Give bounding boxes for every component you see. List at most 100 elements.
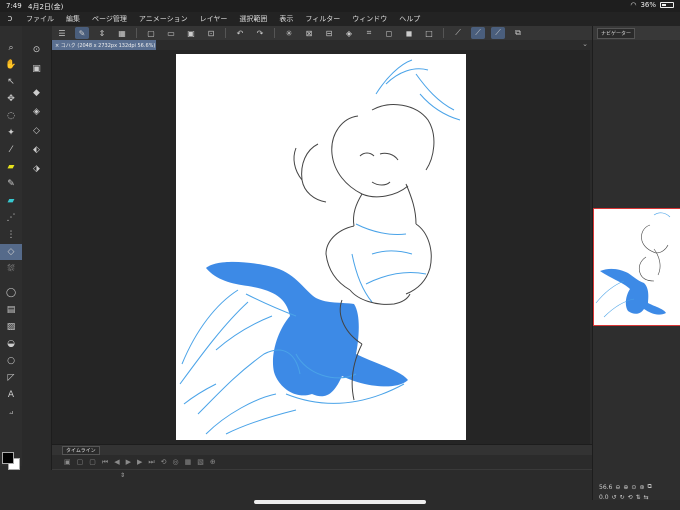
onion-skin-icon[interactable]: ◎ (173, 458, 179, 466)
timeline-header: タイムライン (52, 445, 592, 455)
new-timeline-icon[interactable]: ▣ (64, 458, 71, 466)
menu-view[interactable]: 表示 (273, 14, 299, 24)
menu-help[interactable]: ヘルプ (393, 14, 426, 24)
pen-settings-icon[interactable]: ✎ (75, 27, 89, 39)
new-file-icon[interactable]: ▢ (144, 27, 158, 39)
next-frame-icon[interactable]: ▶ (137, 458, 142, 466)
navigator-preview[interactable] (593, 208, 680, 326)
chevron-down-icon[interactable]: ⌄ (582, 40, 588, 48)
clear-icon[interactable]: ⊠ (302, 27, 316, 39)
menu-toggle-icon[interactable]: ☰ (55, 27, 69, 39)
magic-wand-tool-icon[interactable]: ✦ (0, 125, 22, 141)
eraser-hard-icon[interactable]: ◆ (22, 84, 51, 102)
new-cel-icon[interactable]: ▦ (185, 458, 192, 466)
timeline-track[interactable]: ⇕ (52, 469, 592, 491)
menu-edit[interactable]: 編集 (60, 14, 86, 24)
decoration-tool-icon[interactable]: ⋮ (0, 227, 22, 243)
export-icon[interactable]: ⊡ (204, 27, 218, 39)
redo-icon[interactable]: ↷ (253, 27, 267, 39)
menu-file[interactable]: ファイル (20, 14, 60, 24)
balloon-tool-icon[interactable]: ⟓ (0, 404, 22, 420)
timeline-stepper-icon[interactable]: ⇕ (120, 472, 125, 479)
grid-icon[interactable]: ▦ (115, 27, 129, 39)
prev-frame-icon[interactable]: ◀ (114, 458, 119, 466)
lasso-tool-icon[interactable]: ◌ (0, 108, 22, 124)
document-tab[interactable]: × コハク (2048 x 2732px 132dpi 56.6%) (52, 40, 156, 50)
frame-tool-icon[interactable]: ◒ (0, 336, 22, 352)
timeline-settings-icon[interactable]: ▢ (89, 458, 96, 466)
figure-tool-icon[interactable]: ▨ (0, 319, 22, 335)
timeline-tab[interactable]: タイムライン (62, 445, 100, 455)
crop-icon[interactable]: ⌗ (362, 27, 376, 39)
ruler-tool-icon[interactable]: ○ (0, 353, 22, 369)
menu-page[interactable]: ページ管理 (86, 14, 133, 24)
eraser-soft-icon[interactable]: ◈ (22, 103, 51, 121)
canvas-area[interactable] (52, 50, 590, 444)
pen-tool-icon[interactable]: ▰ (0, 159, 22, 175)
angle-value: 0.0 (599, 493, 609, 501)
zoom-in-icon[interactable]: ⊕ (623, 484, 628, 491)
zoom-timeline-icon[interactable]: ⊕ (210, 458, 216, 466)
transform-icon[interactable]: ⊟ (322, 27, 336, 39)
select-all-icon[interactable]: □ (422, 27, 436, 39)
flip-vertical-icon[interactable]: ⇅ (636, 494, 641, 501)
flip-icon[interactable]: ⧉ (647, 483, 651, 491)
fill-tool-icon[interactable]: ◯ (0, 285, 22, 301)
zoom-tool-icon[interactable]: ⌕ (0, 40, 22, 56)
menu-selection[interactable]: 選択範囲 (233, 14, 273, 24)
deselect-icon[interactable]: ◻ (382, 27, 396, 39)
eraser-rough-icon[interactable]: ⬗ (22, 160, 51, 178)
text-line-tool-icon[interactable]: ◸ (0, 370, 22, 386)
move-layer-tool-icon[interactable]: ✥ (0, 91, 22, 107)
timeline-edit-icon[interactable]: ▢ (77, 458, 84, 466)
rotate-left-icon[interactable]: ↺ (612, 494, 617, 501)
open-folder-icon[interactable]: ▭ (164, 27, 178, 39)
quick-access-icon[interactable]: ⧉ (511, 27, 525, 39)
wifi-icon: ◠ (630, 1, 637, 9)
snap-special-icon[interactable]: ⟋ (491, 27, 505, 39)
undo-icon[interactable]: ↶ (233, 27, 247, 39)
first-frame-icon[interactable]: ⏮ (102, 458, 108, 467)
foreground-color[interactable] (2, 452, 14, 464)
airbrush-tool-icon[interactable]: ⋰ (0, 210, 22, 226)
eraser-snap-icon[interactable]: ⬖ (22, 141, 51, 159)
eraser-tool-icon[interactable]: ◇ (0, 244, 22, 260)
last-frame-icon[interactable]: ⏭ (148, 458, 154, 467)
snap-icon[interactable]: ⟋ (451, 27, 465, 39)
rotate-right-icon[interactable]: ↻ (620, 494, 625, 501)
settings-icon[interactable]: ✳ (282, 27, 296, 39)
canvas-page[interactable] (176, 54, 466, 440)
app-logo-icon[interactable]: ↄ (0, 14, 20, 24)
delete-cel-icon[interactable]: ▧ (197, 458, 204, 466)
actual-size-icon[interactable]: ⊙ (631, 484, 636, 491)
menu-animation[interactable]: アニメーション (133, 14, 194, 24)
snap-ruler-icon[interactable]: ⟋ (471, 27, 485, 39)
sub-tool-layer-icon[interactable]: ▣ (22, 60, 51, 78)
fit-icon[interactable]: ⊛ (639, 484, 644, 491)
reset-rotation-icon[interactable]: ⟲ (628, 494, 633, 501)
color-swatches[interactable] (2, 452, 20, 478)
loop-icon[interactable]: ⟲ (161, 458, 167, 466)
sub-tool-menu-icon[interactable]: ⊙ (22, 41, 51, 59)
play-icon[interactable]: ▶ (126, 458, 131, 466)
zoom-out-icon[interactable]: ⊖ (615, 484, 620, 491)
eraser-vector-icon[interactable]: ◇ (22, 122, 51, 140)
hand-tool-icon[interactable]: ✋ (0, 57, 22, 73)
operation-tool-icon[interactable]: ↖ (0, 74, 22, 90)
blend-tool-icon[interactable]: ⛆ (0, 261, 22, 277)
navigator-tab[interactable]: ナビゲーター (597, 27, 636, 39)
pencil-tool-icon[interactable]: ✎ (0, 176, 22, 192)
fill-icon[interactable]: ◈ (342, 27, 356, 39)
save-icon[interactable]: ▣ (184, 27, 198, 39)
stepper-icon[interactable]: ⇕ (95, 27, 109, 39)
flip-horizontal-icon[interactable]: ⇆ (644, 494, 649, 501)
menu-filter[interactable]: フィルター (299, 14, 346, 24)
gradient-tool-icon[interactable]: ▤ (0, 302, 22, 318)
text-tool-icon[interactable]: A (0, 387, 22, 403)
invert-selection-icon[interactable]: ◼ (402, 27, 416, 39)
menu-window[interactable]: ウィンドウ (346, 14, 393, 24)
eyedropper-tool-icon[interactable]: ⁄ (0, 142, 22, 158)
brush-tool-icon[interactable]: ▰ (0, 193, 22, 209)
menu-layer[interactable]: レイヤー (194, 14, 234, 24)
home-indicator[interactable] (254, 500, 426, 504)
